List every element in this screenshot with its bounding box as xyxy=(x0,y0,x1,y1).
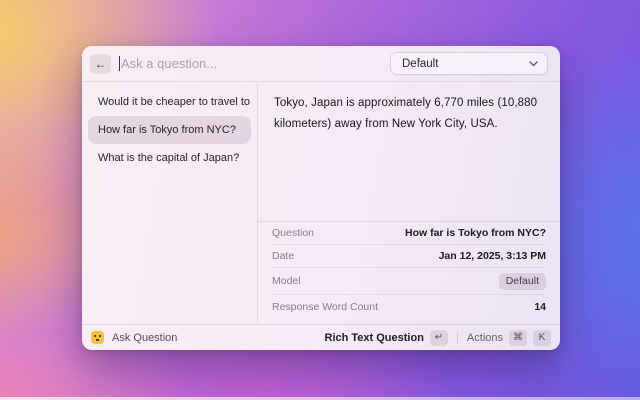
question-list: Would it be cheaper to travel to Euro...… xyxy=(82,82,258,324)
question-input-placeholder: Ask a question... xyxy=(121,56,217,71)
app-label: Ask Question xyxy=(112,332,177,344)
model-dropdown[interactable]: Default xyxy=(390,52,548,75)
metadata-label: Date xyxy=(272,250,294,262)
question-input[interactable]: Ask a question... xyxy=(119,56,390,71)
metadata-value: Jan 12, 2025, 3:13 PM xyxy=(439,250,546,262)
list-item-question-1[interactable]: Would it be cheaper to travel to Euro... xyxy=(88,88,251,116)
k-key-icon[interactable]: K xyxy=(533,330,551,346)
list-item-label: What is the capital of Japan? xyxy=(98,152,239,164)
model-dropdown-value: Default xyxy=(402,58,438,70)
list-item-question-3[interactable]: What is the capital of Japan? xyxy=(88,144,251,172)
metadata-row-date: Date Jan 12, 2025, 3:13 PM xyxy=(272,245,546,268)
metadata-value: How far is Tokyo from NYC? xyxy=(405,227,546,239)
footer-divider xyxy=(457,332,458,344)
icon-face-mouth xyxy=(96,339,99,341)
action-bar: Ask Question Rich Text Question ↵ Action… xyxy=(82,324,560,350)
back-arrow-icon: ← xyxy=(95,57,107,71)
metadata-value: 14 xyxy=(534,301,546,313)
metadata-section: Question How far is Tokyo from NYC? Date… xyxy=(258,221,560,324)
metadata-row-model: Model Default xyxy=(272,268,546,295)
answer-text: Tokyo, Japan is approximately 6,770 mile… xyxy=(258,82,560,221)
metadata-label: Response Word Count xyxy=(272,301,378,313)
list-item-label: How far is Tokyo from NYC? xyxy=(98,124,236,136)
chevron-down-icon xyxy=(529,61,538,67)
metadata-row-question: Question How far is Tokyo from NYC? xyxy=(272,222,546,245)
rich-text-question-action[interactable]: Rich Text Question xyxy=(325,332,424,344)
command-key-icon[interactable]: ⌘ xyxy=(509,330,527,346)
model-badge: Default xyxy=(499,273,546,290)
detail-panel: Tokyo, Japan is approximately 6,770 mile… xyxy=(258,82,560,324)
ask-question-app-icon xyxy=(91,331,104,344)
text-caret xyxy=(119,56,120,71)
metadata-label: Model xyxy=(272,275,301,287)
app-window: ← Ask a question... Default Would it be … xyxy=(82,46,560,350)
icon-face-eyes xyxy=(94,335,96,337)
metadata-label: Question xyxy=(272,227,314,239)
return-key-icon[interactable]: ↵ xyxy=(430,330,448,346)
list-item-label: Would it be cheaper to travel to Euro... xyxy=(98,96,251,108)
actions-menu-button[interactable]: Actions xyxy=(467,332,503,344)
back-button[interactable]: ← xyxy=(90,54,111,74)
list-item-question-2-selected[interactable]: How far is Tokyo from NYC? xyxy=(88,116,251,144)
main-area: Would it be cheaper to travel to Euro...… xyxy=(82,82,560,324)
top-bar: ← Ask a question... Default xyxy=(82,46,560,82)
metadata-row-word-count: Response Word Count 14 xyxy=(272,295,546,318)
